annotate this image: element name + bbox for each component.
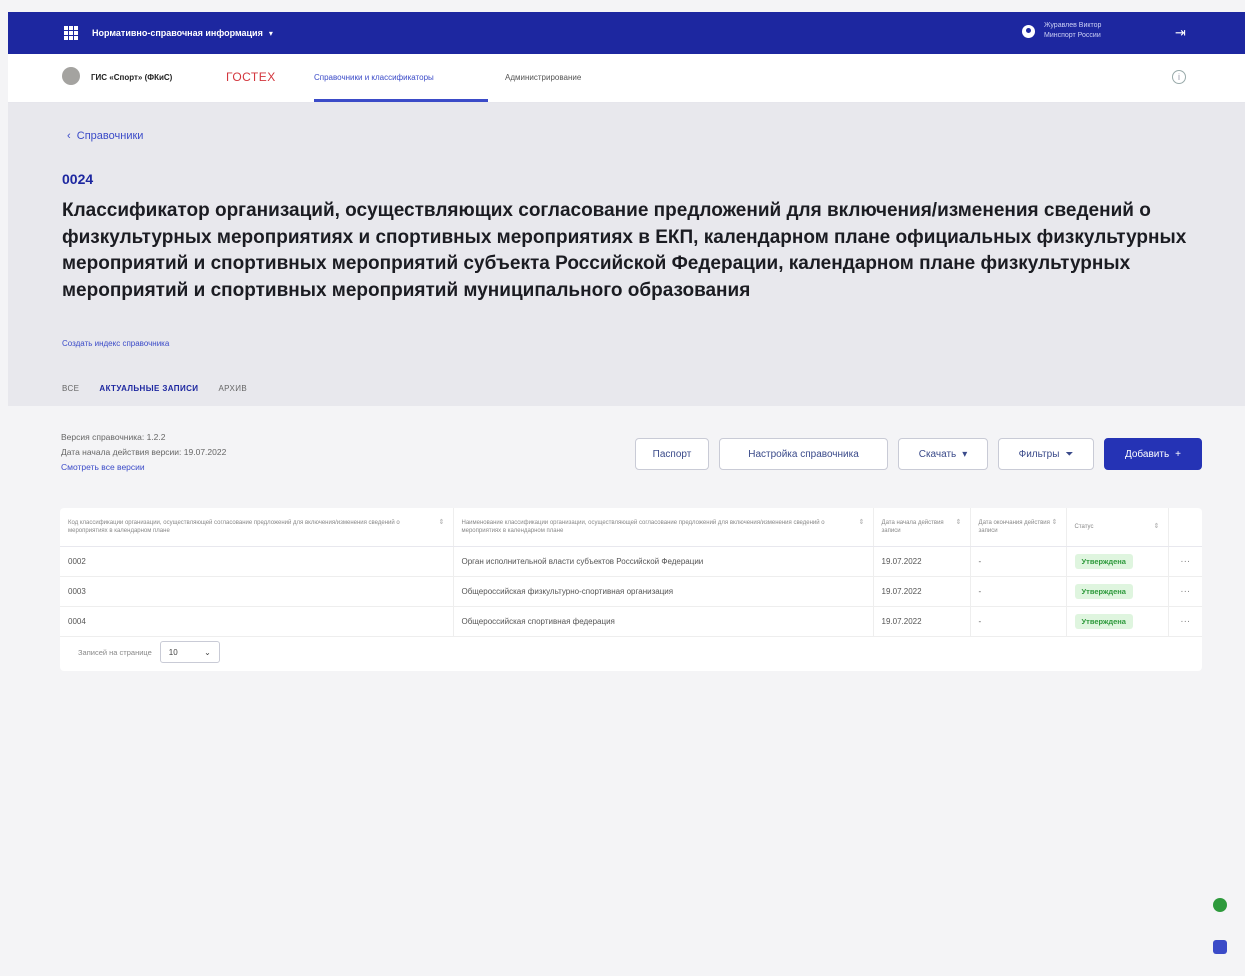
filters-button-label: Фильтры [1018, 448, 1060, 460]
create-index-link[interactable]: Создать индекс справочника [62, 339, 169, 348]
add-button-label: Добавить [1124, 448, 1170, 460]
sort-icon[interactable]: ⇕ [1154, 523, 1160, 531]
status-badge: Утверждена [1074, 613, 1133, 629]
cell-code: 0003 [60, 576, 454, 607]
user-profile[interactable]: Журавлев Виктор Минспорт России [1022, 21, 1101, 41]
table-row[interactable]: 0004 Общероссийская спортивная федерация… [60, 606, 1202, 637]
chevron-down-icon: ▾ [962, 448, 968, 460]
cell-name: Орган исполнительной власти субъектов Ро… [453, 546, 874, 577]
settings-button[interactable]: Настройка справочника [719, 438, 888, 470]
cell-code: 0004 [60, 606, 454, 637]
cell-status: Утверждена [1066, 606, 1169, 637]
sort-icon[interactable]: ⇕ [859, 519, 865, 527]
tab-directories[interactable]: Справочники и классификаторы [314, 73, 434, 82]
row-menu-icon[interactable]: ··· [1168, 606, 1202, 637]
chevron-down-icon: ⌄ [204, 647, 211, 657]
avatar-icon [1022, 24, 1035, 38]
add-button[interactable]: Добавить + [1104, 438, 1202, 470]
tab-administration[interactable]: Администрирование [505, 73, 581, 82]
column-header-end-date[interactable]: ⇕ Дата окончания действия записи [970, 508, 1067, 547]
row-menu-icon[interactable]: ··· [1168, 576, 1202, 607]
org-name: ГИС «Спорт» (ФКиС) [91, 73, 173, 82]
chat-icon[interactable] [1213, 940, 1227, 954]
settings-button-label: Настройка справочника [748, 448, 859, 460]
apps-grid-icon[interactable] [64, 26, 78, 40]
download-button-label: Скачать [918, 448, 957, 460]
pagination: Записей на странице 10 ⌄ [78, 641, 220, 663]
passport-button[interactable]: Паспорт [635, 438, 709, 470]
column-header-label: Статус [1074, 523, 1094, 530]
version-label: Версия справочника: 1.2.2 [61, 432, 166, 442]
passport-button-label: Паспорт [652, 448, 692, 460]
cell-end-date: - [970, 576, 1067, 607]
column-header-actions [1168, 508, 1202, 547]
status-badge: Утверждена [1074, 553, 1133, 569]
column-header-label: Наименование классификации организации, … [461, 519, 825, 534]
directory-code: 0024 [62, 171, 94, 187]
download-button[interactable]: Скачать ▾ [898, 438, 988, 470]
info-icon[interactable]: i [1172, 70, 1186, 84]
table-header-row: ⇕ Код классификации организации, осуществ… [60, 508, 1202, 547]
column-header-label: Дата окончания действия записи [978, 519, 1050, 534]
records-table: ⇕ Код классификации организации, осуществ… [60, 508, 1202, 637]
column-header-code[interactable]: ⇕ Код классификации организации, осуществ… [60, 508, 454, 547]
all-versions-link[interactable]: Смотреть все версии [61, 460, 226, 475]
column-header-start-date[interactable]: ⇕ Дата начала действия записи [873, 508, 971, 547]
user-org: Минспорт России [1044, 32, 1101, 39]
page-size-value: 10 [168, 647, 178, 657]
cell-start-date: 19.07.2022 [873, 606, 971, 637]
column-header-name[interactable]: ⇕ Наименование классификации организации,… [453, 508, 874, 547]
cell-name: Общероссийская физкультурно-спортивная о… [453, 576, 874, 607]
filter-icon: ⏷ [1065, 448, 1074, 460]
cell-name: Общероссийская спортивная федерация [453, 606, 874, 637]
page-title: Классификатор организаций, осуществляющи… [62, 200, 1187, 301]
nav-bar: ГИС «Спорт» (ФКиС) ГОСТЕХ Справочники и … [8, 54, 1245, 103]
version-info: Версия справочника: 1.2.2 Дата начала де… [61, 430, 226, 475]
filters-button[interactable]: Фильтры ⏷ [998, 438, 1094, 470]
active-tab-indicator [314, 99, 488, 102]
cell-end-date: - [970, 546, 1067, 577]
sort-icon[interactable]: ⇕ [439, 519, 445, 527]
column-header-label: Код классификации организации, осуществл… [68, 519, 400, 534]
page-header: ‹ Справочники 0024 Классификатор организ… [8, 103, 1245, 406]
tab-archive[interactable]: АРХИВ [218, 384, 247, 393]
column-header-status[interactable]: ⇕ Статус [1066, 508, 1169, 547]
cell-start-date: 19.07.2022 [873, 546, 971, 577]
table-row[interactable]: 0003 Общероссийская физкультурно-спортив… [60, 576, 1202, 607]
cell-status: Утверждена [1066, 546, 1169, 577]
back-link[interactable]: ‹ Справочники [67, 130, 143, 142]
cell-status: Утверждена [1066, 576, 1169, 607]
status-badge: Утверждена [1074, 583, 1133, 599]
tab-all[interactable]: ВСЕ [62, 384, 79, 393]
table-row[interactable]: 0002 Орган исполнительной власти субъект… [60, 546, 1202, 577]
status-check-icon[interactable] [1213, 898, 1227, 912]
row-menu-icon[interactable]: ··· [1168, 546, 1202, 577]
top-bar: Нормативно-справочная информация ▾ Журав… [8, 12, 1245, 54]
user-name: Журавлев Виктор [1044, 22, 1102, 29]
app-title[interactable]: Нормативно-справочная информация [92, 28, 263, 38]
logout-icon[interactable]: ⇥ [1175, 25, 1191, 41]
gostex-logo: ГОСТЕХ [226, 70, 276, 84]
page-size-label: Записей на странице [78, 647, 152, 657]
chevron-down-icon[interactable]: ▾ [269, 29, 273, 38]
back-link-label: Справочники [76, 130, 144, 142]
sort-icon[interactable]: ⇕ [956, 519, 962, 527]
cell-end-date: - [970, 606, 1067, 637]
emblem-logo [62, 67, 80, 85]
version-start-date: Дата начала действия версии: 19.07.2022 [61, 447, 227, 457]
tab-current-records[interactable]: АКТУАЛЬНЫЕ ЗАПИСИ [99, 384, 198, 393]
cell-start-date: 19.07.2022 [873, 576, 971, 607]
record-tabs: ВСЕ АКТУАЛЬНЫЕ ЗАПИСИ АРХИВ [62, 384, 247, 393]
sort-icon[interactable]: ⇕ [1052, 519, 1058, 527]
records-table-card: ⇕ Код классификации организации, осуществ… [60, 508, 1202, 671]
plus-icon: + [1175, 448, 1182, 460]
cell-code: 0002 [60, 546, 454, 577]
column-header-label: Дата начала действия записи [881, 519, 944, 534]
page-size-select[interactable]: 10 ⌄ [159, 641, 220, 663]
